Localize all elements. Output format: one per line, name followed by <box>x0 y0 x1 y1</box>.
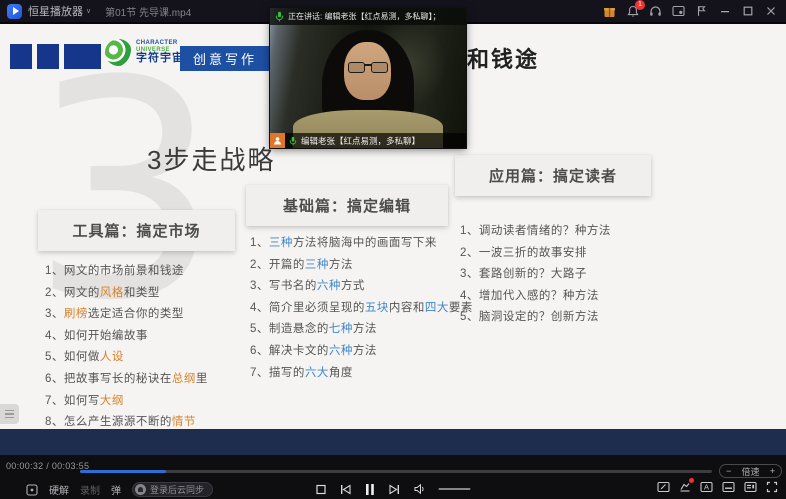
hardware-decode-toggle[interactable]: 硬解 <box>49 482 69 497</box>
webcam-overlay[interactable]: 正在讲话: 编辑老张【红点易测，多私聊】； 编辑老张【红点易测，多私聊】 <box>270 8 466 148</box>
app-logo-icon <box>7 4 22 19</box>
brand-cn: 字符宇宙 <box>136 53 184 65</box>
column-header-application: 应用篇：搞定读者 <box>455 155 651 196</box>
notification-bell-icon[interactable]: 1 <box>625 4 640 19</box>
feedback-flag-icon[interactable] <box>694 4 709 19</box>
volume-icon[interactable] <box>414 483 426 495</box>
list-item: 7、描写的六大角度 <box>250 364 473 380</box>
close-button[interactable] <box>763 4 778 19</box>
speed-plus-button[interactable]: + <box>770 466 775 476</box>
webcam-video <box>270 8 466 148</box>
list-item: 4、如何开始编故事 <box>45 327 208 343</box>
presenter-name: 编辑老张【红点易测，多私聊】 <box>301 135 420 147</box>
list-item: 1、三种方法将脑海中的画面写下来 <box>250 234 473 250</box>
presenter-name-bar: 编辑老张【红点易测，多私聊】 <box>270 133 466 148</box>
audio-track-icon[interactable] <box>722 481 735 493</box>
svg-text:A: A <box>704 483 709 492</box>
pause-button[interactable] <box>365 483 376 496</box>
column-header-tools: 工具篇：搞定市场 <box>38 210 235 251</box>
maximize-button[interactable] <box>740 4 755 19</box>
speed-minus-button[interactable]: − <box>726 466 731 476</box>
promo-red-dot <box>689 478 694 483</box>
player-window: 恒星播放器 ∨ 第01节 先导课.mp4 1 <box>0 0 786 499</box>
list-item: 4、增加代入感的？种方法 <box>460 287 611 303</box>
list-item: 2、开篇的三种方法 <box>250 256 473 272</box>
brand-logo: CHARACTER UNIVERSE 字符宇宙 <box>105 39 184 66</box>
subtitle-icon[interactable]: A <box>700 481 713 493</box>
screenshot-icon[interactable] <box>26 484 38 496</box>
list-item: 5、如何做人设 <box>45 348 208 364</box>
header-block <box>37 44 59 69</box>
course-tag: 创意写作 <box>180 46 270 71</box>
titlebar-icons: 1 <box>602 4 778 19</box>
list-item: 7、如何写大纲 <box>45 392 208 408</box>
login-sync-button[interactable]: 登录后云同步 <box>132 482 213 497</box>
list-item: 2、网文的风格和类型 <box>45 284 208 300</box>
minimize-button[interactable] <box>717 4 732 19</box>
list-item: 4、简介里必须呈现的五块内容和四大要素 <box>250 299 473 315</box>
person-icon <box>270 133 285 148</box>
list-item: 3、套路创新的？大路子 <box>460 265 611 281</box>
list-item: 8、怎么产生源源不断的情节 <box>45 413 208 429</box>
speed-control[interactable]: − 倍速 + <box>719 464 782 478</box>
app-name[interactable]: 恒星播放器 <box>28 3 83 19</box>
globe-icon <box>101 35 135 69</box>
header-block <box>10 44 32 69</box>
slide-title-partial: 和钱途 <box>467 42 539 74</box>
volume-slider[interactable] <box>439 488 471 490</box>
pip-record-icon[interactable] <box>671 4 686 19</box>
headset-icon[interactable] <box>648 4 663 19</box>
clip-edit-icon[interactable] <box>657 481 670 493</box>
user-icon <box>135 484 146 495</box>
column-header-basics: 基础篇：搞定编辑 <box>246 185 448 226</box>
list-item: 1、调动读者情绪的？种方法 <box>460 222 611 238</box>
list-item: 6、解决卡文的六种方法 <box>250 342 473 358</box>
fullscreen-icon[interactable] <box>766 481 778 493</box>
progress-fill <box>80 470 166 473</box>
side-panel-handle[interactable] <box>0 404 19 424</box>
list-item: 2、一波三折的故事安排 <box>460 244 611 260</box>
list-item: 3、写书名的六种方式 <box>250 277 473 293</box>
application-list: 1、调动读者情绪的？种方法 2、一波三折的故事安排 3、套路创新的？大路子 4、增加代… <box>460 222 611 330</box>
speaking-label: 正在讲话: 编辑老张【红点易测，多私聊】； <box>288 11 440 22</box>
record-button[interactable]: 录制 <box>80 482 100 497</box>
danmaku-toggle[interactable]: 弹 <box>111 482 121 497</box>
basics-list: 1、三种方法将脑海中的画面写下来 2、开篇的三种方法 3、写书名的六种方式 4、简介里… <box>250 234 473 385</box>
list-item: 5、制造悬念的七种方法 <box>250 320 473 336</box>
header-block <box>64 44 101 69</box>
notification-badge: 1 <box>635 0 645 10</box>
previous-button[interactable] <box>340 484 352 495</box>
speaking-banner: 正在讲话: 编辑老张【红点易测，多私聊】； <box>270 8 466 25</box>
tools-list: 1、网文的市场前景和钱途 2、网文的风格和类型 3、刷榜选定适合你的类型 4、如何开始… <box>45 262 208 455</box>
file-name: 第01节 先导课.mp4 <box>105 4 191 19</box>
progress-bar[interactable] <box>80 470 712 473</box>
playlist-icon[interactable] <box>744 481 757 493</box>
list-item: 3、刷榜选定适合你的类型 <box>45 305 208 321</box>
stop-button[interactable] <box>316 484 327 495</box>
chevron-down-icon[interactable]: ∨ <box>86 7 91 15</box>
list-item: 5、脑洞设定的？创新方法 <box>460 308 611 324</box>
list-item: 1、网文的市场前景和钱途 <box>45 262 208 278</box>
strategy-title: 3步走战略 <box>147 140 275 177</box>
next-button[interactable] <box>389 484 401 495</box>
gift-icon[interactable] <box>602 4 617 19</box>
promo-icon[interactable] <box>679 481 691 493</box>
speed-label: 倍速 <box>741 465 759 478</box>
list-item: 6、把故事写长的秘诀在总纲里 <box>45 370 208 386</box>
mic-icon <box>275 11 284 22</box>
playback-controls <box>316 479 471 499</box>
control-bar: 00:00:32 / 00:03:55 − 倍速 + 硬解 录制 弹 登录后云同… <box>0 455 786 499</box>
mic-icon <box>289 136 297 146</box>
slide-footer-band <box>0 429 786 455</box>
time-display: 00:00:32 / 00:03:55 <box>6 461 89 471</box>
